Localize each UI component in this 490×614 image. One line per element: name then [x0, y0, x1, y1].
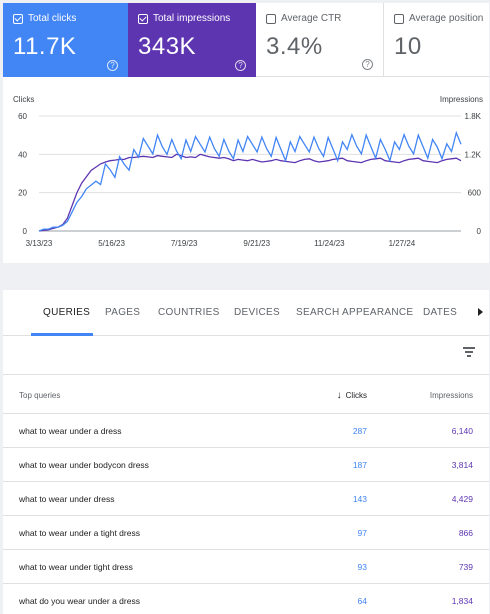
metric-value: 10: [394, 33, 422, 60]
table-row[interactable]: what do you wear under a dress 64 1,834: [3, 584, 489, 614]
metric-value: 3.4%: [266, 33, 323, 60]
metric-label: Average CTR: [281, 13, 342, 24]
left-tick-label: 60: [18, 112, 27, 121]
query-cell: what to wear under dress: [19, 494, 115, 504]
clicks-line: [38, 130, 462, 232]
x-tick-label: 9/21/23: [243, 239, 270, 248]
tab-countries[interactable]: COUNTRIES: [158, 307, 220, 318]
query-cell: what to wear under a tight dress: [19, 528, 140, 538]
help-icon[interactable]: ?: [107, 60, 118, 71]
query-cell: what to wear under tight dress: [19, 562, 133, 572]
right-tick-label: 1.8K: [465, 112, 482, 121]
active-tab-indicator: [31, 333, 93, 336]
metric-label: Total clicks: [28, 13, 77, 24]
filter-icon[interactable]: [463, 347, 475, 357]
impressions-cell: 1,834: [451, 596, 473, 606]
query-cell: what do you wear under a dress: [19, 596, 140, 606]
clicks-cell: 187: [352, 460, 367, 470]
tab-dates[interactable]: DATES: [423, 307, 457, 318]
right-tick-label: 0: [477, 227, 482, 236]
table-row[interactable]: what to wear under dress 143 4,429: [3, 482, 489, 516]
metric-value: 343K: [138, 33, 197, 60]
x-tick-label: 11/24/23: [314, 239, 345, 248]
tab-search-appearance[interactable]: SEARCH APPEARANCE: [296, 307, 413, 318]
clicks-cell: 93: [357, 562, 367, 572]
performance-chart: Clicks Impressions 60 1.8K 40 1.2K 20 600 0 0 3/…: [3, 89, 489, 259]
clicks-cell: 143: [352, 494, 367, 504]
metric-label: Average position: [409, 13, 484, 24]
queries-card: QUERIES PAGES COUNTRIES DEVICES SEARCH A…: [3, 290, 489, 614]
help-icon[interactable]: ?: [235, 60, 246, 71]
col-header-impressions[interactable]: Impressions: [430, 391, 473, 400]
clicks-cell: 97: [357, 528, 367, 538]
metric-total-impressions[interactable]: Total impressions 343K ?: [128, 3, 256, 77]
col-header-clicks-label: Clicks: [345, 391, 367, 400]
left-tick-label: 40: [18, 150, 27, 159]
table-header: Top queries ↓ Clicks Impressions: [3, 374, 489, 414]
checkbox-icon[interactable]: [13, 13, 23, 24]
right-tick-label: 600: [468, 189, 482, 198]
query-cell: what to wear under a dress: [19, 426, 122, 436]
x-tick-label: 5/16/23: [98, 239, 125, 248]
performance-card: Total clicks 11.7K ? Total impressions 3…: [3, 3, 489, 263]
col-header-query: Top queries: [19, 391, 61, 400]
metric-average-position[interactable]: Average position 10: [384, 3, 489, 77]
chart-svg: 60 1.8K 40 1.2K 20 600 0 0 3/13/23 5/16/23 7/19/23…: [18, 112, 482, 248]
query-cell: what to wear under bodycon dress: [19, 460, 149, 470]
table-row[interactable]: what to wear under a tight dress 97 866: [3, 516, 489, 550]
right-axis-title: Impressions: [439, 95, 483, 104]
left-tick-label: 0: [23, 227, 28, 236]
clicks-cell: 64: [357, 596, 367, 606]
checkbox-icon[interactable]: [394, 13, 404, 24]
impressions-cell: 6,140: [451, 426, 473, 436]
impressions-cell: 3,814: [451, 460, 473, 470]
col-header-clicks[interactable]: ↓ Clicks: [337, 390, 367, 401]
metric-label: Total impressions: [153, 13, 231, 24]
metric-value: 11.7K: [13, 33, 77, 60]
impressions-cell: 4,429: [451, 494, 473, 504]
chevron-right-icon[interactable]: [478, 308, 483, 316]
table-row[interactable]: what to wear under bodycon dress 187 3,8…: [3, 448, 489, 482]
left-tick-label: 20: [18, 189, 27, 198]
right-tick-label: 1.2K: [465, 150, 482, 159]
impressions-cell: 866: [458, 528, 473, 538]
table-row[interactable]: what to wear under a dress 287 6,140: [3, 414, 489, 448]
arrow-down-icon: ↓: [336, 390, 342, 401]
checkbox-icon[interactable]: [138, 13, 148, 24]
tab-queries[interactable]: QUERIES: [43, 307, 90, 318]
x-tick-label: 1/27/24: [389, 239, 416, 248]
clicks-cell: 287: [352, 426, 367, 436]
x-tick-label: 7/19/23: [171, 239, 198, 248]
impressions-cell: 739: [458, 562, 473, 572]
tab-devices[interactable]: DEVICES: [234, 307, 280, 318]
help-icon[interactable]: ?: [362, 59, 373, 70]
checkbox-icon[interactable]: [266, 13, 276, 24]
tab-pages[interactable]: PAGES: [105, 307, 140, 318]
dimension-tabs: QUERIES PAGES COUNTRIES DEVICES SEARCH A…: [3, 290, 489, 336]
metric-average-ctr[interactable]: Average CTR 3.4% ?: [256, 3, 384, 77]
x-tick-label: 3/13/23: [26, 239, 53, 248]
metric-total-clicks[interactable]: Total clicks 11.7K ?: [3, 3, 128, 77]
table-row[interactable]: what to wear under tight dress 93 739: [3, 550, 489, 584]
left-axis-title: Clicks: [13, 95, 35, 104]
